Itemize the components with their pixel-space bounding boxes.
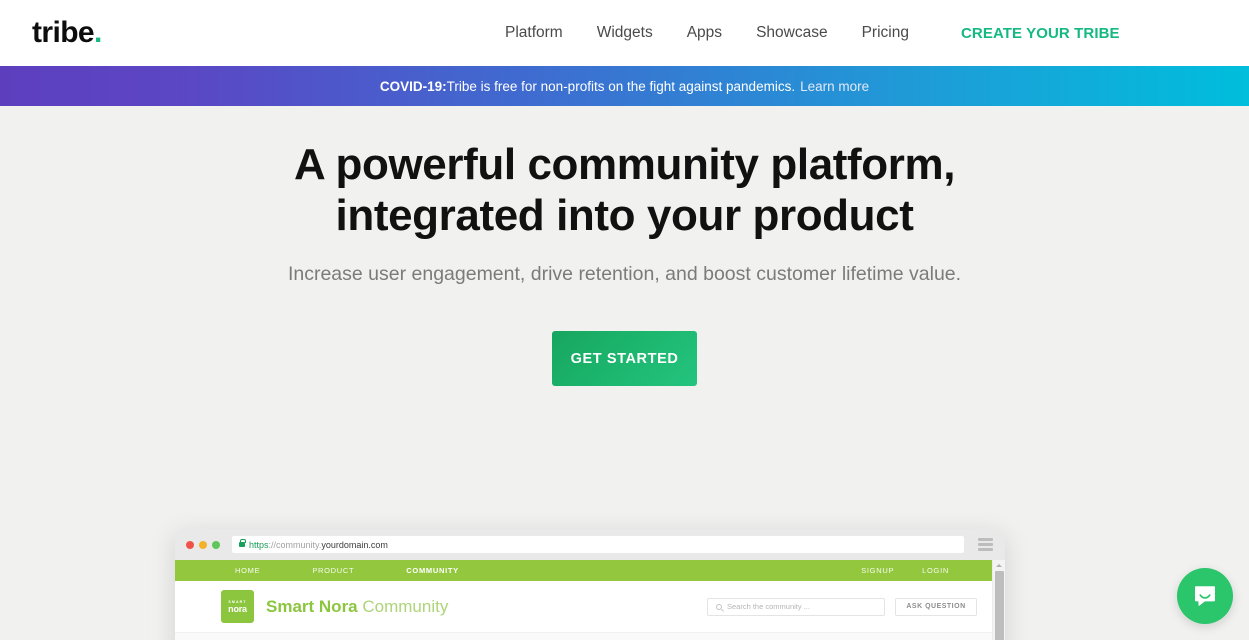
banner-text: Tribe is free for non-profits on the fig… (446, 78, 796, 94)
url-domain: yourdomain.com (321, 539, 388, 550)
community-body: 🔥 Featured ⚡ New Questions 🧙 Uanswered (175, 633, 1005, 640)
site-nav-right-group: SIGNUP LOGIN (861, 566, 949, 575)
top-navigation-bar: tribe. Platform Widgets Apps Showcase Pr… (0, 0, 1249, 66)
community-title: Smart Nora Community (266, 598, 448, 615)
search-placeholder: Search the community ... (727, 602, 810, 611)
landing-page: tribe. Platform Widgets Apps Showcase Pr… (0, 0, 1249, 640)
close-dot-icon (186, 540, 194, 549)
community-search-input[interactable]: Search the community ... (707, 597, 885, 616)
site-nav-item-home[interactable]: HOME (235, 566, 260, 575)
covid-announcement-banner: COVID-19: Tribe is free for non-profits … (0, 66, 1249, 106)
community-brand-suffix: Community (362, 597, 449, 616)
nav-item-showcase[interactable]: Showcase (756, 24, 828, 42)
maximize-dot-icon (212, 540, 220, 549)
site-navigation-bar: HOME PRODUCT COMMUNITY SIGNUP LOGIN (175, 560, 1005, 581)
site-nav-left-group: HOME PRODUCT COMMUNITY (235, 566, 459, 575)
nav-item-platform[interactable]: Platform (505, 24, 563, 42)
lock-icon (239, 539, 246, 547)
minimize-dot-icon (199, 540, 207, 549)
url-scheme: https (249, 539, 269, 550)
chat-widget-button[interactable] (1177, 568, 1233, 624)
banner-learn-more-link[interactable]: Learn more (800, 79, 869, 94)
scrollbar-up-arrow-icon[interactable] (993, 560, 1005, 571)
hero-subtitle: Increase user engagement, drive retentio… (287, 263, 962, 286)
scrollbar-thumb[interactable] (994, 571, 1004, 640)
traffic-light-dots (186, 540, 220, 549)
browser-address-bar[interactable]: https://community. yourdomain.com (232, 536, 964, 553)
hamburger-icon[interactable] (978, 538, 993, 551)
site-nav-item-login[interactable]: LOGIN (922, 566, 949, 575)
hero-heading-line-1: A powerful community platform, (293, 140, 956, 189)
create-your-tribe-button[interactable]: CREATE YOUR TRIBE (961, 25, 1120, 42)
logo-dot: . (94, 16, 102, 49)
mockup-scrollbar[interactable] (992, 560, 1005, 640)
community-header: SMART nora Smart Nora Community Search t… (175, 581, 1005, 633)
hero-heading: A powerful community platform, integrate… (0, 106, 1249, 241)
logo-bottom-text: nora (228, 603, 247, 614)
site-nav-item-community[interactable]: COMMUNITY (406, 566, 459, 575)
browser-mockup: https://community. yourdomain.com HOME PR… (175, 529, 1005, 640)
chat-bubble-icon (1195, 586, 1215, 606)
logo-top-text: SMART (228, 599, 247, 604)
primary-nav-links: Platform Widgets Apps Showcase Pricing C… (505, 0, 1120, 66)
get-started-button[interactable]: GET STARTED (552, 331, 697, 387)
url-separator: :// (268, 539, 277, 550)
nav-item-pricing[interactable]: Pricing (862, 24, 909, 42)
banner-bold-prefix: COVID-19: (379, 78, 447, 94)
site-nav-item-product[interactable]: PRODUCT (312, 566, 354, 575)
browser-chrome: https://community. yourdomain.com (175, 529, 1005, 560)
tribe-logo[interactable]: tribe. (32, 18, 102, 48)
search-icon (716, 603, 722, 610)
ask-question-button[interactable]: ASK QUESTION (895, 597, 977, 616)
hero-cta-wrapper: GET STARTED (0, 331, 1249, 387)
community-brand-name: Smart Nora (266, 597, 358, 616)
smart-nora-logo: SMART nora (221, 590, 254, 623)
site-nav-item-signup[interactable]: SIGNUP (861, 566, 894, 575)
community-header-actions: Search the community ... ASK QUESTION (707, 597, 977, 616)
hero-heading-line-2: integrated into your product (335, 191, 914, 241)
logo-wordmark: tribe (32, 16, 95, 49)
url-subdomain: community. (276, 539, 322, 550)
nav-item-widgets[interactable]: Widgets (597, 24, 653, 42)
nav-item-apps[interactable]: Apps (687, 24, 722, 42)
hero-section: A powerful community platform, integrate… (0, 106, 1249, 640)
